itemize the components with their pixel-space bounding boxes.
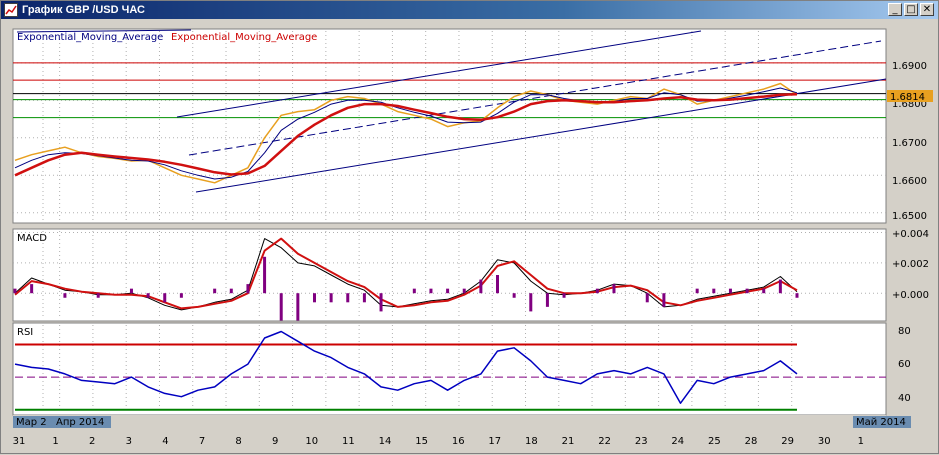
x-label-16: 22 <box>598 436 611 447</box>
x-label-8: 10 <box>305 436 318 447</box>
x-label-6: 8 <box>235 436 241 447</box>
x-label-23: 1 <box>858 436 864 447</box>
x-label-9: 11 <box>342 436 355 447</box>
rsi-legend: RSI <box>17 327 33 338</box>
rsi-tick-1: 80 <box>898 326 911 337</box>
rsi-tick-3: 40 <box>898 393 911 404</box>
x-label-1: 1 <box>52 436 58 447</box>
x-label-10: 14 <box>379 436 392 447</box>
minimize-button[interactable]: _ <box>888 3 902 16</box>
macd-panel[interactable] <box>12 228 887 322</box>
x-label-14: 18 <box>525 436 538 447</box>
x-label-19: 25 <box>708 436 721 447</box>
x-label-4: 4 <box>162 436 168 447</box>
maximize-button[interactable]: □ <box>904 3 918 16</box>
x-label-7: 9 <box>272 436 278 447</box>
window-title: График GBP /USD ЧАС <box>22 4 145 16</box>
macd-tick-2: +0.002 <box>892 259 929 270</box>
x-label-20: 28 <box>745 436 758 447</box>
x-label-15: 21 <box>562 436 575 447</box>
x-label-11: 15 <box>415 436 428 447</box>
rsi-tick-2: 60 <box>898 359 911 370</box>
x-label-21: 29 <box>781 436 794 447</box>
x-label-12: 16 <box>452 436 465 447</box>
macd-legend: MACD <box>17 233 47 244</box>
macd-tick-1: +0.004 <box>892 229 929 240</box>
chart-icon <box>4 3 18 17</box>
month-label-0: Мар 2 <box>16 417 47 428</box>
price-tick-5: 1.6500 <box>892 211 927 222</box>
x-label-0: 31 <box>13 436 26 447</box>
chart-window: График GBP /USD ЧАС _ □ ✕ Exponential_Mo… <box>0 0 939 454</box>
x-label-3: 3 <box>126 436 132 447</box>
month-label-1: Апр 2014 <box>56 417 104 428</box>
x-label-18: 24 <box>671 436 684 447</box>
ema-slow-legend: Exponential_Moving_Average <box>171 32 317 43</box>
macd-tick-3: +0.000 <box>892 290 929 301</box>
rsi-panel[interactable] <box>12 322 887 416</box>
x-label-13: 17 <box>488 436 501 447</box>
price-tick-4: 1.6600 <box>892 176 927 187</box>
close-button[interactable]: ✕ <box>920 3 934 16</box>
current-price-label: 1.6814 <box>890 92 925 103</box>
x-label-22: 30 <box>818 436 831 447</box>
month-label-2: Май 2014 <box>856 417 906 428</box>
forex-chart[interactable]: Exponential_Moving_Average Exponential_M… <box>1 19 938 455</box>
price-tick-1: 1.6900 <box>892 61 927 72</box>
x-label-2: 2 <box>89 436 95 447</box>
ema-fast-legend: Exponential_Moving_Average <box>17 32 163 43</box>
price-tick-3: 1.6700 <box>892 138 927 149</box>
x-label-5: 7 <box>199 436 205 447</box>
title-bar[interactable]: График GBP /USD ЧАС _ □ ✕ <box>1 1 938 19</box>
x-label-17: 23 <box>635 436 648 447</box>
